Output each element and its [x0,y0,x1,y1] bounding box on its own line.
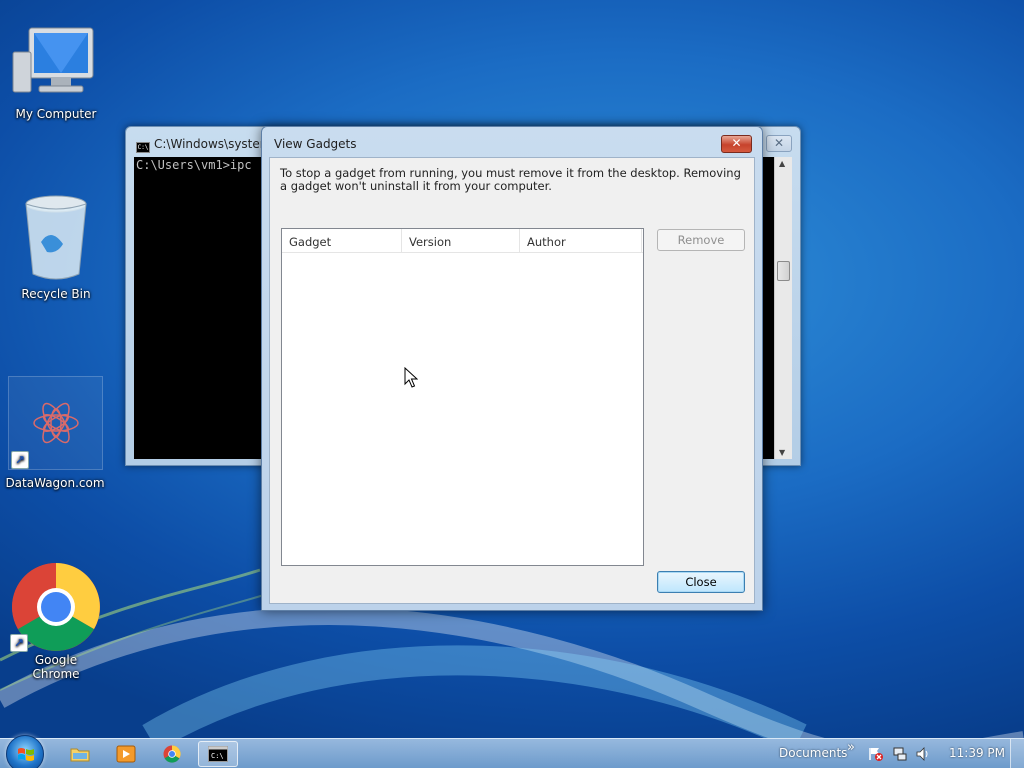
desktop-icon-label: My Computer [15,107,97,121]
column-header-gadget[interactable]: Gadget [282,229,402,252]
dialog-title: View Gadgets [274,137,357,151]
desktop-icon-google-chrome[interactable]: ↗ Google Chrome [10,562,102,681]
toolbar-chevron-icon[interactable]: » [847,740,855,755]
mouse-cursor-icon [404,367,418,388]
datawagon-logo-icon [32,402,79,444]
cmd-scrollbar[interactable]: ▲ ▼ [774,157,792,459]
folder-icon [70,748,90,762]
scroll-thumb[interactable] [777,261,790,281]
cmd-close-button[interactable]: ✕ [766,135,792,152]
desktop-icon-recycle-bin[interactable]: Recycle Bin [10,192,102,301]
documents-toolbar-label[interactable]: Documents [779,746,847,760]
windows-logo-icon [18,748,34,761]
view-gadgets-dialog[interactable]: View Gadgets ✕ To stop a gadget from run… [261,126,763,611]
chrome-icon [163,745,181,763]
taskbar-explorer-button[interactable] [60,741,100,767]
desktop-icon-datawagon[interactable]: ↗ DataWagon.com [5,376,105,490]
desktop-icon-my-computer[interactable]: My Computer [10,24,102,121]
action-center-icon[interactable] [868,746,884,762]
shortcut-arrow-icon: ↗ [10,634,28,652]
clock[interactable]: 11:39 PM [949,746,1005,760]
shortcut-arrow-icon: ↗ [11,451,29,469]
start-button[interactable] [6,735,44,768]
cmd-title-text: C:\Windows\system [154,137,272,151]
desktop-icon-label: Recycle Bin [21,287,91,301]
desktop-icon-label: DataWagon.com [5,476,105,490]
network-icon[interactable] [892,746,908,762]
remove-button[interactable]: Remove [657,229,745,251]
scroll-down-icon[interactable]: ▼ [779,448,785,457]
computer-icon [12,27,94,93]
recycle-bin-icon [25,195,87,280]
cmd-window-title: C:\ C:\Windows\system [136,137,271,153]
taskbar-chrome-button[interactable] [152,741,192,767]
cmd-icon: C:\ [136,142,150,153]
volume-icon[interactable] [915,746,931,762]
media-player-icon [116,745,136,763]
column-header-author[interactable]: Author [520,229,642,252]
dialog-close-icon[interactable]: ✕ [721,135,752,153]
column-header-version[interactable]: Version [402,229,520,252]
svg-text:C:\: C:\ [211,752,224,760]
taskbar: C:\ Documents » 11:39 PM [0,735,1024,768]
dialog-client-area: To stop a gadget from running, you must … [269,157,755,604]
taskbar-media-player-button[interactable] [106,741,146,767]
cmd-icon: C:\ [208,746,228,762]
gadget-list[interactable]: Gadget Version Author [281,228,644,566]
close-button[interactable]: Close [657,571,745,593]
show-desktop-button[interactable] [1010,739,1024,768]
taskbar-cmd-button[interactable]: C:\ [198,741,238,767]
scroll-up-icon[interactable]: ▲ [779,159,785,168]
desktop-icon-label: Google Chrome [32,653,80,681]
dialog-instructions: To stop a gadget from running, you must … [280,166,741,193]
gadget-list-header: Gadget Version Author [282,229,643,253]
